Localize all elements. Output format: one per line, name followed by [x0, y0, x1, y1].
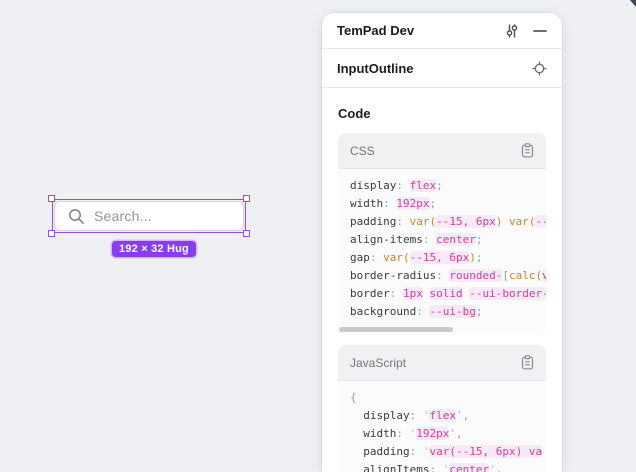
- code-line: padding: var(--15, 6px) var(--: [350, 213, 546, 231]
- code-line: border: 1px solid --ui-border-: [350, 285, 546, 303]
- selected-node-name: InputOutline: [337, 61, 532, 76]
- selected-node-row: InputOutline: [322, 49, 562, 88]
- minimize-icon[interactable]: [533, 24, 547, 38]
- resize-handle-bottom-left[interactable]: [48, 230, 55, 237]
- sliders-icon[interactable]: [504, 23, 520, 39]
- code-line: width: 192px;: [350, 195, 546, 213]
- code-line: {: [350, 389, 546, 407]
- search-placeholder: Search...: [94, 208, 152, 224]
- resize-handle-top-right[interactable]: [243, 195, 250, 202]
- code-block-body: { display: 'flex', width: '192px', paddi…: [338, 381, 546, 472]
- resize-handle-top-left[interactable]: [48, 195, 55, 202]
- clipboard-icon[interactable]: [521, 355, 534, 370]
- code-line: display: 'flex',: [350, 407, 546, 425]
- horizontal-scrollbar[interactable]: [339, 327, 453, 332]
- selection-box: Search...: [52, 199, 246, 233]
- code-block-label: CSS: [350, 144, 375, 158]
- code-line: width: '192px',: [350, 425, 546, 443]
- code-line: display: flex;: [350, 177, 546, 195]
- code-block-body: display: flex;width: 192px;padding: var(…: [338, 169, 546, 335]
- tempad-dev-panel: TemPad Dev InputOutline: [322, 13, 562, 472]
- code-block-header: JavaScript: [338, 345, 546, 381]
- code-block-javascript: JavaScript { display: 'flex', width: '19…: [338, 345, 546, 472]
- panel-title: TemPad Dev: [337, 23, 504, 38]
- code-block-css: CSS display: flex;width: 192px;padding: …: [338, 133, 546, 335]
- code-line: padding: 'var(--15, 6px) va: [350, 443, 546, 461]
- code-block-header: CSS: [338, 133, 546, 169]
- code-section-heading: Code: [338, 106, 546, 121]
- code-block-label: JavaScript: [350, 356, 406, 370]
- size-badge: 192 × 32 Hug: [112, 241, 196, 257]
- cursor-fragment: [630, 0, 636, 7]
- code-line: align-items: center;: [350, 231, 546, 249]
- crosshair-icon[interactable]: [532, 61, 547, 76]
- code-line: border-radius: rounded-[calc(va: [350, 267, 546, 285]
- code-line: gap: var(--15, 6px);: [350, 249, 546, 267]
- code-section: Code CSS display: flex;width: 192px;padd…: [322, 106, 562, 472]
- code-line: alignItems: 'center',: [350, 461, 546, 472]
- panel-header[interactable]: TemPad Dev: [322, 13, 562, 49]
- resize-handle-bottom-right[interactable]: [243, 230, 250, 237]
- magnifier-icon: [68, 208, 85, 225]
- search-input[interactable]: Search...: [54, 201, 244, 231]
- clipboard-icon[interactable]: [521, 143, 534, 158]
- code-line: background: --ui-bg;: [350, 303, 546, 321]
